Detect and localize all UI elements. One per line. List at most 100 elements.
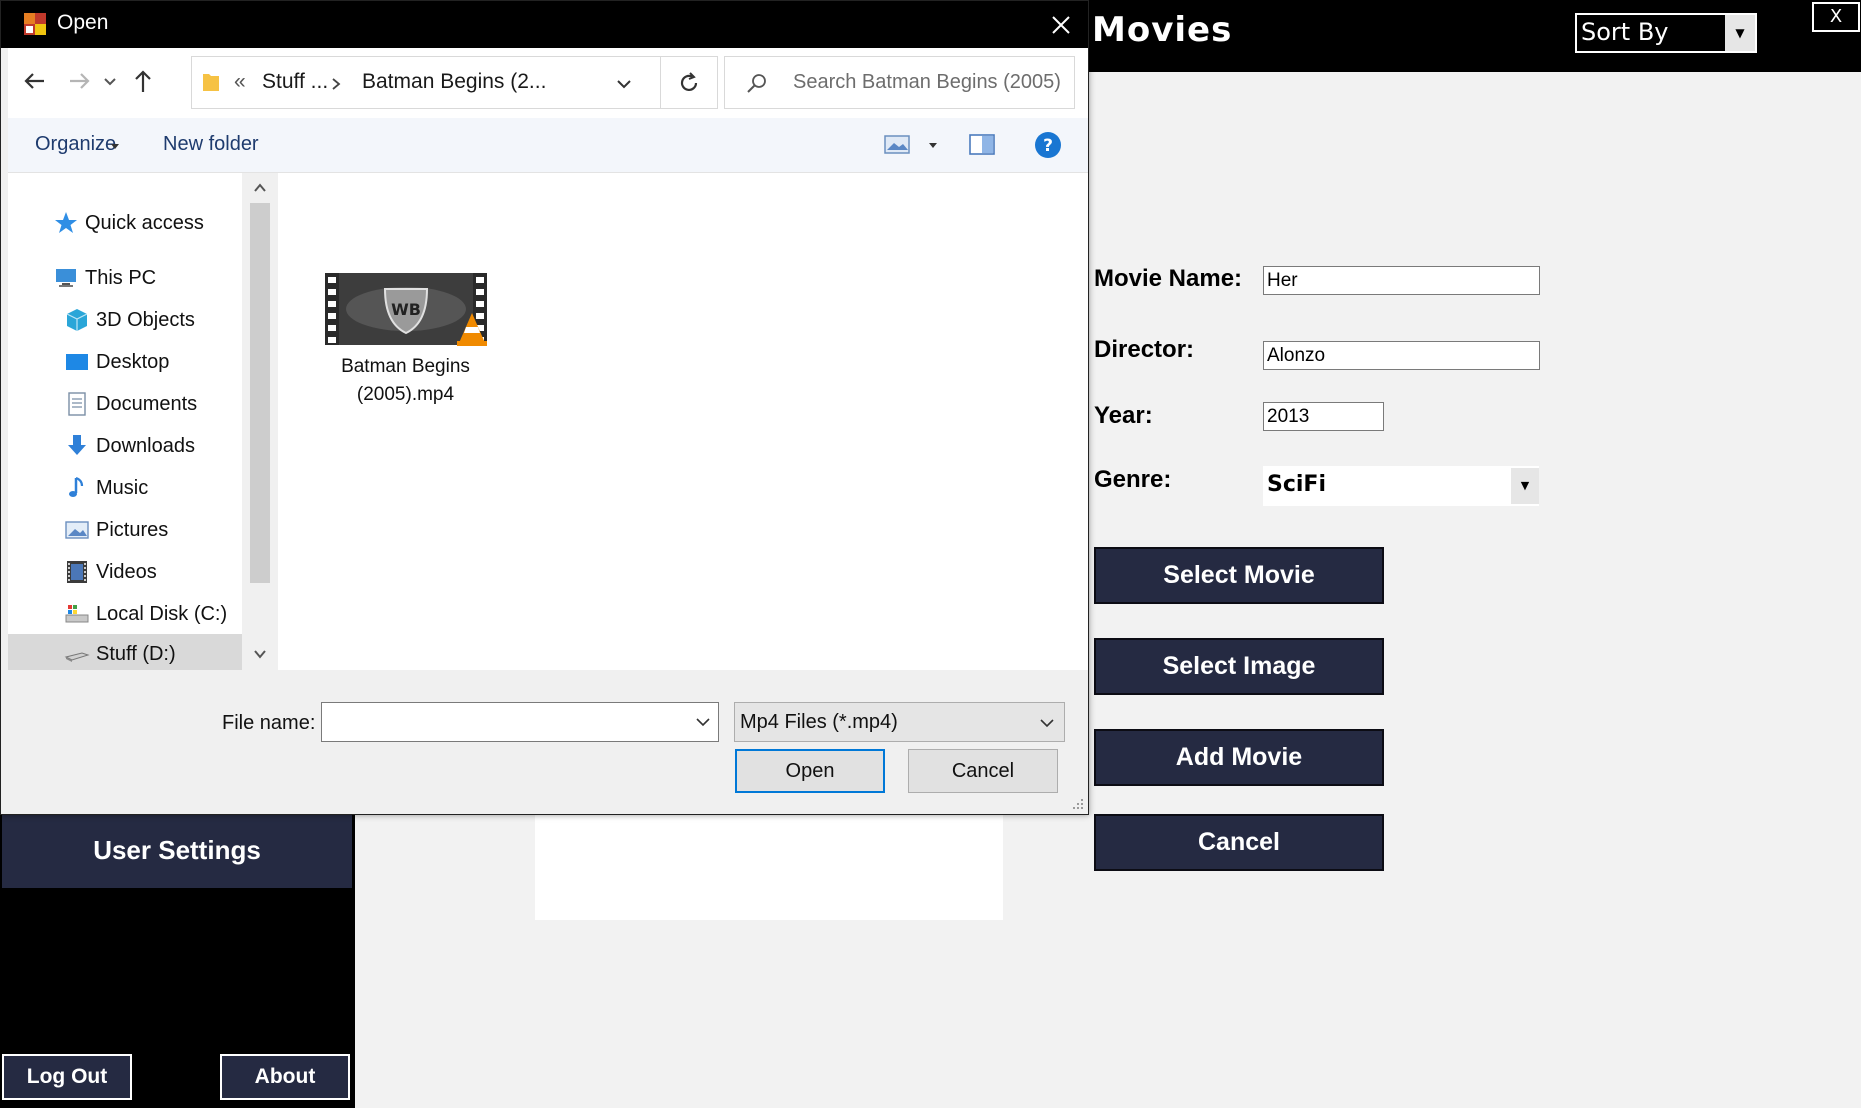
organize-menu[interactable]: Organize [35, 133, 116, 156]
scroll-down-arrow-icon[interactable] [250, 643, 270, 665]
change-view-icon[interactable] [883, 133, 911, 157]
app-window-icon [24, 13, 46, 35]
up-arrow-icon[interactable] [128, 66, 158, 96]
breadcrumb-item-stuff[interactable]: Stuff ... [262, 70, 328, 94]
nav-item-label: This PC [85, 266, 157, 289]
app-title: Movies [1092, 10, 1233, 50]
dialog-title: Open [57, 11, 109, 34]
back-arrow-icon[interactable] [20, 66, 50, 96]
nav-item-label: Documents [96, 392, 198, 415]
chevron-down-icon[interactable] [694, 713, 712, 731]
nav-item-quick-access[interactable]: Quick access [53, 203, 204, 243]
logout-button[interactable]: Log Out [2, 1054, 132, 1100]
desktop-icon [66, 354, 88, 370]
nav-item-stuff-d[interactable]: Stuff (D:) [8, 634, 249, 674]
search-input[interactable]: Search Batman Begins (2005) [724, 56, 1075, 109]
app-close-button[interactable]: X [1812, 2, 1860, 32]
computer-icon [56, 269, 76, 287]
nav-item-label: Music [96, 476, 149, 499]
nav-item-label: Quick access [85, 211, 204, 234]
about-button[interactable]: About [220, 1054, 350, 1100]
file-name-line1: Batman Begins [341, 356, 470, 377]
nav-item-this-pc[interactable]: This PC [53, 258, 156, 298]
nav-item-label: Desktop [96, 350, 170, 373]
search-placeholder: Search Batman Begins (2005) [793, 71, 1061, 93]
add-movie-button[interactable]: Add Movie [1094, 729, 1384, 786]
file-name-label: File name: [222, 712, 316, 734]
nav-item-label: Videos [96, 560, 157, 583]
nav-item-music[interactable]: Music [64, 468, 148, 508]
nav-item-downloads[interactable]: Downloads [64, 426, 195, 466]
year-input[interactable]: 2013 [1263, 402, 1384, 431]
dropdown-arrow-icon[interactable]: ▼ [1725, 15, 1755, 51]
address-bar-row: « Stuff ... Batman Begins (2... Search B… [8, 48, 1088, 118]
nav-item-documents[interactable]: Documents [64, 384, 197, 424]
preview-pane-icon[interactable] [968, 132, 996, 158]
breadcrumb-item-current[interactable]: Batman Begins (2... [362, 70, 546, 94]
user-settings-button[interactable]: User Settings [2, 812, 352, 888]
file-list: WB Batman Begins (2005).mp4 [278, 173, 1088, 670]
select-movie-button[interactable]: Select Movie [1094, 547, 1384, 604]
recent-locations-chevron-icon[interactable] [100, 66, 120, 96]
file-item[interactable]: WB Batman Begins (2005).mp4 [318, 273, 493, 409]
vlc-cone-icon [456, 313, 487, 346]
film-icon [67, 561, 87, 583]
breadcrumb-separator-icon[interactable] [330, 77, 342, 91]
navigation-pane: Quick access This PC 3D Objects Desktop [8, 173, 249, 674]
dialog-footer: File name: Mp4 Files (*.mp4) Open Cancel [8, 670, 1088, 814]
open-file-dialog: Open « Stuff ... Batman Begins (2... Sea… [0, 0, 1089, 815]
forward-arrow-icon[interactable] [64, 66, 94, 96]
dropdown-arrow-icon[interactable] [110, 143, 120, 151]
open-button[interactable]: Open [735, 749, 885, 793]
navigation-scrollbar[interactable] [242, 173, 278, 670]
movie-name-label: Movie Name: [1094, 265, 1243, 292]
svg-text:WB: WB [391, 300, 421, 319]
chevron-down-icon[interactable] [614, 74, 634, 94]
command-bar: Organize New folder ? [8, 118, 1088, 173]
scrollbar-thumb[interactable] [250, 203, 270, 583]
nav-item-label: Downloads [96, 434, 195, 457]
nav-item-label: Stuff (D:) [96, 642, 176, 665]
video-thumbnail-icon: WB [324, 273, 487, 346]
director-label: Director: [1094, 336, 1195, 363]
nav-item-desktop[interactable]: Desktop [64, 342, 169, 382]
resize-grip-icon[interactable] [1071, 797, 1085, 811]
drive-icon [65, 605, 89, 623]
dialog-cancel-button[interactable]: Cancel [908, 749, 1058, 793]
file-name-line2: (2005).mp4 [356, 384, 455, 405]
nav-item-3d-objects[interactable]: 3D Objects [64, 300, 195, 340]
cancel-button[interactable]: Cancel [1094, 814, 1384, 871]
refresh-button[interactable] [661, 56, 718, 109]
view-options-arrow-icon[interactable] [928, 142, 938, 150]
nav-item-label: 3D Objects [96, 308, 195, 331]
chevron-down-icon[interactable] [1038, 714, 1056, 732]
svg-text:?: ? [1043, 136, 1053, 156]
file-name-input[interactable] [326, 707, 676, 737]
dialog-titlebar: Open [1, 1, 1088, 48]
star-icon [55, 212, 77, 233]
dropdown-arrow-icon[interactable]: ▼ [1511, 468, 1539, 504]
file-name-combobox[interactable] [321, 702, 719, 742]
picture-icon [65, 521, 89, 539]
help-icon[interactable]: ? [1033, 130, 1063, 160]
file-type-filter[interactable]: Mp4 Files (*.mp4) [734, 702, 1065, 742]
genre-value: SciFi [1267, 472, 1326, 497]
year-label: Year: [1094, 402, 1153, 429]
cube-icon [66, 309, 88, 331]
nav-item-videos[interactable]: Videos [64, 552, 157, 592]
nav-item-label: Local Disk (C:) [96, 602, 228, 625]
new-folder-button[interactable]: New folder [163, 133, 259, 156]
director-input[interactable]: Alonzo [1263, 341, 1540, 370]
genre-dropdown[interactable]: SciFi ▼ [1263, 466, 1539, 506]
nav-item-local-disk-c[interactable]: Local Disk (C:) [64, 594, 227, 634]
breadcrumb[interactable]: « Stuff ... Batman Begins (2... [191, 56, 661, 109]
close-icon[interactable] [1045, 9, 1077, 41]
sort-by-dropdown[interactable]: Sort By ▼ [1575, 13, 1757, 53]
breadcrumb-overflow[interactable]: « [234, 70, 246, 94]
search-icon [747, 74, 766, 93]
scroll-up-arrow-icon[interactable] [250, 177, 270, 199]
file-type-value: Mp4 Files (*.mp4) [740, 711, 898, 733]
nav-item-pictures[interactable]: Pictures [64, 510, 168, 550]
select-image-button[interactable]: Select Image [1094, 638, 1384, 695]
movie-name-input[interactable]: Her [1263, 266, 1540, 295]
